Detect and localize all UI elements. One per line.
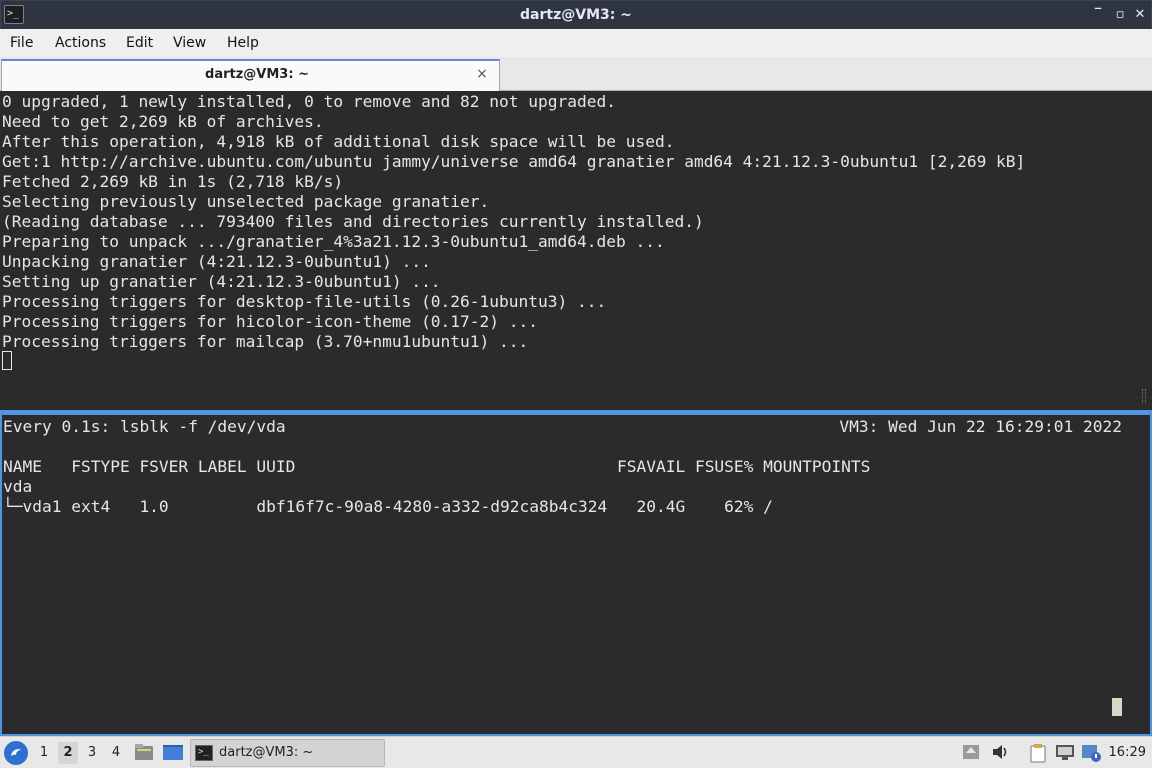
menu-view[interactable]: View — [173, 29, 206, 57]
lsblk-header: NAME FSTYPE FSVER LABEL UUID FSAVAIL FSU… — [3, 457, 871, 476]
lsblk-row: vda — [3, 477, 33, 496]
taskbar: 1 2 3 4 >_ dartz@VM3: ~ 16:29 — [0, 736, 1152, 768]
terminal-line: Selecting previously unselected package … — [2, 192, 490, 211]
file-manager-icon[interactable] — [134, 742, 154, 762]
start-menu-icon[interactable] — [4, 741, 28, 765]
menu-edit[interactable]: Edit — [126, 29, 153, 57]
close-window-button[interactable]: ✕ — [1131, 5, 1149, 25]
terminal-line: Processing triggers for desktop-file-uti… — [2, 292, 607, 311]
terminal-line: Fetched 2,269 kB in 1s (2,718 kB/s) — [2, 172, 344, 191]
menu-file[interactable]: File — [10, 29, 33, 57]
taskbar-window-terminal[interactable]: >_ dartz@VM3: ~ — [190, 739, 385, 767]
terminal-icon: >_ — [195, 745, 213, 761]
clipboard-icon[interactable] — [1028, 743, 1046, 763]
menubar: File Actions Edit View Help — [0, 29, 1152, 57]
terminal-pane-top[interactable]: 0 upgraded, 1 newly installed, 0 to remo… — [0, 91, 1152, 412]
terminal-line: Setting up granatier (4:21.12.3-0ubuntu1… — [2, 272, 441, 291]
resize-grip-icon[interactable] — [1142, 389, 1146, 403]
terminal-line: Processing triggers for hicolor-icon-the… — [2, 312, 539, 331]
tab-terminal[interactable]: dartz@VM3: ~ × — [1, 59, 500, 91]
terminal-cursor — [1112, 698, 1122, 716]
terminal-line: 0 upgraded, 1 newly installed, 0 to remo… — [2, 92, 616, 111]
show-desktop-icon[interactable] — [162, 742, 183, 762]
notification-icon[interactable] — [1081, 743, 1101, 762]
maximize-button[interactable]: ▫ — [1111, 5, 1129, 25]
menu-help[interactable]: Help — [227, 29, 259, 57]
watch-host-time: VM3: Wed Jun 22 16:29:01 2022 — [839, 417, 1122, 436]
terminal-line: Processing triggers for mailcap (3.70+nm… — [2, 332, 529, 351]
window-titlebar[interactable]: >_ dartz@VM3: ~ ‾ ▫ ✕ — [0, 0, 1152, 29]
menu-actions[interactable]: Actions — [55, 29, 106, 57]
tab-label: dartz@VM3: ~ — [205, 67, 309, 82]
tab-close-icon[interactable]: × — [474, 65, 490, 83]
lsblk-row: └─vda1 ext4 1.0 dbf16f7c-90a8-4280-a332-… — [3, 497, 773, 516]
desktop-4-button[interactable]: 4 — [106, 742, 126, 764]
terminal-pane-bottom[interactable]: Every 0.1s: lsblk -f /dev/vda VM3: Wed J… — [0, 413, 1152, 736]
window-title: dartz@VM3: ~ — [520, 7, 632, 23]
upload-arrow-icon[interactable] — [962, 743, 980, 761]
clock[interactable]: 16:29 — [1109, 737, 1146, 768]
minimize-button[interactable]: ‾ — [1089, 5, 1107, 25]
terminal-cursor — [2, 351, 12, 370]
volume-icon[interactable] — [991, 743, 1009, 761]
tab-bar: dartz@VM3: ~ × — [0, 57, 1152, 91]
desktop-2-button[interactable]: 2 — [58, 742, 78, 764]
taskbar-window-label: dartz@VM3: ~ — [219, 745, 314, 760]
watch-header: Every 0.1s: lsblk -f /dev/vda — [3, 417, 286, 436]
terminal-line: Need to get 2,269 kB of archives. — [2, 112, 324, 131]
terminal-line: Get:1 http://archive.ubuntu.com/ubuntu j… — [2, 152, 1026, 171]
terminal-line: Unpacking granatier (4:21.12.3-0ubuntu1)… — [2, 252, 431, 271]
terminal-line: After this operation, 4,918 kB of additi… — [2, 132, 675, 151]
terminal-line: Preparing to unpack .../granatier_4%3a21… — [2, 232, 665, 251]
terminal-line: (Reading database ... 793400 files and d… — [2, 212, 704, 231]
desktop-3-button[interactable]: 3 — [82, 742, 102, 764]
desktop-1-button[interactable]: 1 — [34, 742, 54, 764]
network-icon[interactable] — [1055, 743, 1074, 761]
